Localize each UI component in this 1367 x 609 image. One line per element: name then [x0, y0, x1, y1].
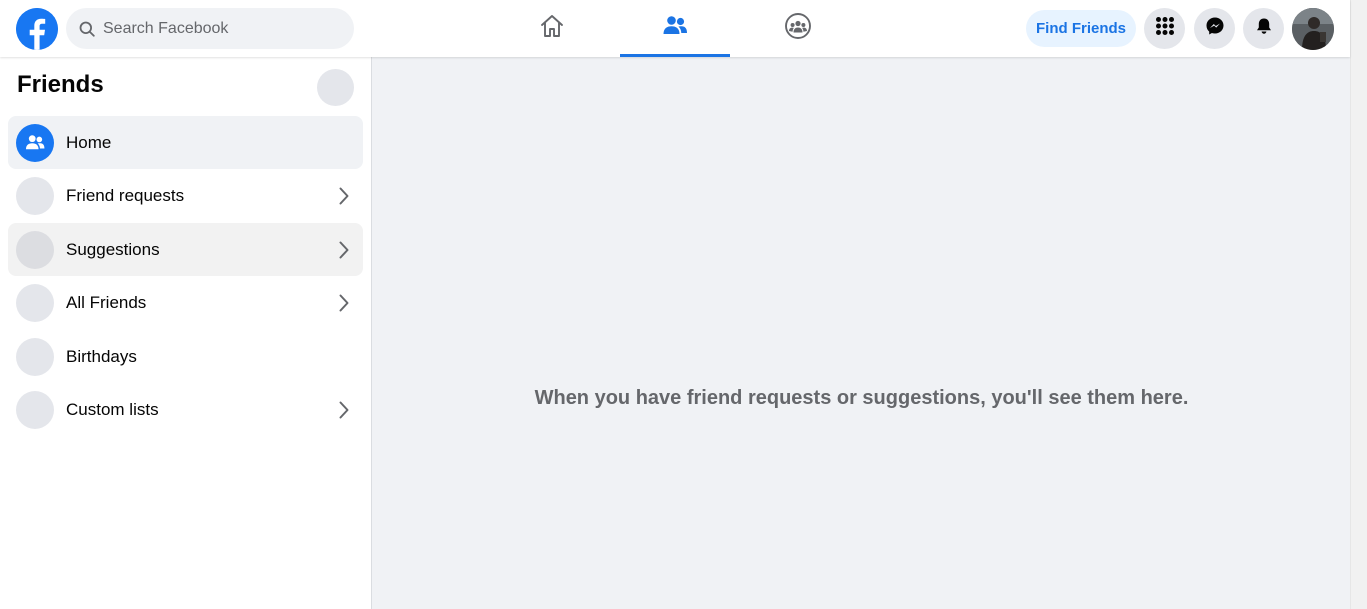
- sidebar-item-all-friends[interactable]: All Friends: [8, 276, 363, 329]
- sidebar-item-label: Friend requests: [66, 185, 185, 205]
- facebook-logo-icon[interactable]: [16, 8, 58, 50]
- scrollbar[interactable]: [1350, 0, 1367, 609]
- search-input[interactable]: [103, 19, 333, 38]
- chevron-right-icon: [329, 181, 359, 211]
- suggestions-icon: [16, 230, 54, 269]
- sidebar-item-label: Birthdays: [66, 346, 137, 366]
- groups-icon: [784, 12, 812, 45]
- notifications-button[interactable]: [1243, 8, 1284, 49]
- find-friends-button[interactable]: Find Friends: [1026, 10, 1136, 47]
- sidebar-item-custom-lists[interactable]: Custom lists: [8, 383, 363, 436]
- top-navigation-bar: Find Friends: [0, 0, 1350, 57]
- menu-button[interactable]: [1144, 8, 1185, 49]
- tab-friends[interactable]: [620, 0, 730, 57]
- messenger-icon: [1205, 16, 1225, 41]
- chevron-right-icon: [329, 288, 359, 318]
- sidebar-item-label: Suggestions: [66, 239, 160, 259]
- messenger-button[interactable]: [1194, 8, 1235, 49]
- friends-icon: [661, 12, 689, 45]
- tab-home[interactable]: [497, 0, 607, 57]
- search-box[interactable]: [66, 8, 354, 49]
- custom-lists-icon: [16, 390, 54, 429]
- chevron-right-icon: [329, 395, 359, 425]
- birthdays-icon: [16, 337, 54, 376]
- grid-menu-icon: [1155, 16, 1175, 41]
- settings-button[interactable]: [317, 69, 354, 106]
- active-tab-indicator: [620, 54, 730, 57]
- sidebar-item-friend-requests[interactable]: Friend requests: [8, 169, 363, 222]
- search-icon: [79, 21, 95, 37]
- sidebar-title: Friends: [17, 71, 104, 98]
- home-icon: [538, 12, 566, 45]
- empty-state-message: When you have friend requests or suggest…: [534, 387, 1189, 409]
- sidebar-item-home[interactable]: Home: [8, 116, 363, 169]
- sidebar-item-label: All Friends: [66, 292, 147, 312]
- friends-icon: [16, 123, 54, 162]
- main-content: When you have friend requests or suggest…: [373, 57, 1350, 609]
- friends-sidebar: Friends Home Friend requests Suggestions: [0, 57, 372, 609]
- bell-icon: [1254, 16, 1274, 41]
- sidebar-item-label: Custom lists: [66, 399, 159, 419]
- chevron-right-icon: [329, 235, 359, 265]
- sidebar-item-birthdays[interactable]: Birthdays: [8, 330, 363, 383]
- all-friends-icon: [16, 283, 54, 322]
- tab-groups[interactable]: [743, 0, 853, 57]
- profile-avatar[interactable]: [1292, 8, 1334, 50]
- sidebar-item-label: Home: [66, 132, 112, 152]
- friend-requests-icon: [16, 176, 54, 215]
- sidebar-item-suggestions[interactable]: Suggestions: [8, 223, 363, 276]
